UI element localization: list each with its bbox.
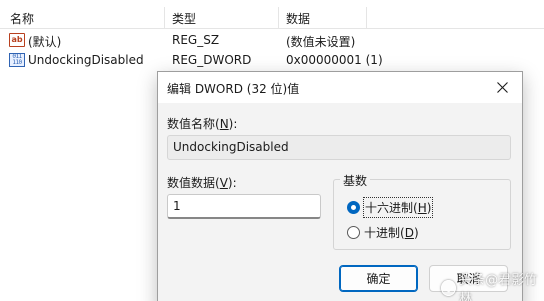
dialog-title: 编辑 DWORD (32 位)值 [167, 82, 300, 96]
binary-value-icon: 011 110 [9, 53, 25, 67]
list-top-edge [0, 0, 370, 5]
column-separator[interactable] [164, 7, 165, 29]
value-name: UndockingDisabled [28, 53, 144, 67]
list-row[interactable]: 011 110 UndockingDisabled REG_DWORD 0x000… [0, 51, 544, 71]
ok-button[interactable]: 确定 [339, 265, 418, 292]
edit-dword-dialog: 编辑 DWORD (32 位)值 数值名称(N): UndockingDisab… [157, 71, 523, 301]
hex-radio-label[interactable]: 十六进制(H) [363, 197, 434, 218]
close-button[interactable] [482, 72, 522, 103]
value-type: REG_SZ [172, 33, 220, 47]
watermark: 头条@君影竹林 [441, 269, 544, 301]
value-data-label: 数值数据(V): [167, 176, 237, 190]
column-header-type[interactable]: 类型 [172, 10, 196, 27]
value-data: (数值未设置) [286, 35, 356, 49]
list-row[interactable]: ab (默认) REG_SZ (数值未设置) [0, 31, 544, 51]
value-data: 0x00000001 (1) [286, 53, 383, 67]
dialog-titlebar[interactable]: 编辑 DWORD (32 位)值 [158, 72, 522, 103]
close-icon [496, 82, 508, 93]
value-name-label: 数值名称(N): [167, 117, 238, 131]
decimal-radio-label[interactable]: 十进制(D) [363, 223, 420, 242]
column-separator[interactable] [366, 7, 367, 29]
list-header: 名称 类型 数据 [0, 7, 544, 29]
watermark-text: 头条@君影竹林 [459, 273, 538, 301]
column-header-name[interactable]: 名称 [10, 10, 34, 27]
decimal-radio-option[interactable]: 十进制(D) [347, 223, 420, 242]
column-separator[interactable] [278, 7, 279, 29]
hex-radio-option[interactable]: 十六进制(H) [347, 197, 434, 218]
value-name: (默认) [28, 35, 62, 49]
decimal-radio[interactable] [347, 226, 360, 239]
base-label: 基数 [340, 172, 371, 189]
value-name-field: UndockingDisabled [167, 135, 511, 160]
watermark-logo-icon [441, 280, 457, 296]
hex-radio[interactable] [347, 201, 360, 214]
column-header-data[interactable]: 数据 [286, 10, 310, 27]
string-value-icon: ab [9, 33, 25, 47]
value-data-input[interactable] [167, 194, 321, 219]
value-type: REG_DWORD [172, 53, 252, 67]
